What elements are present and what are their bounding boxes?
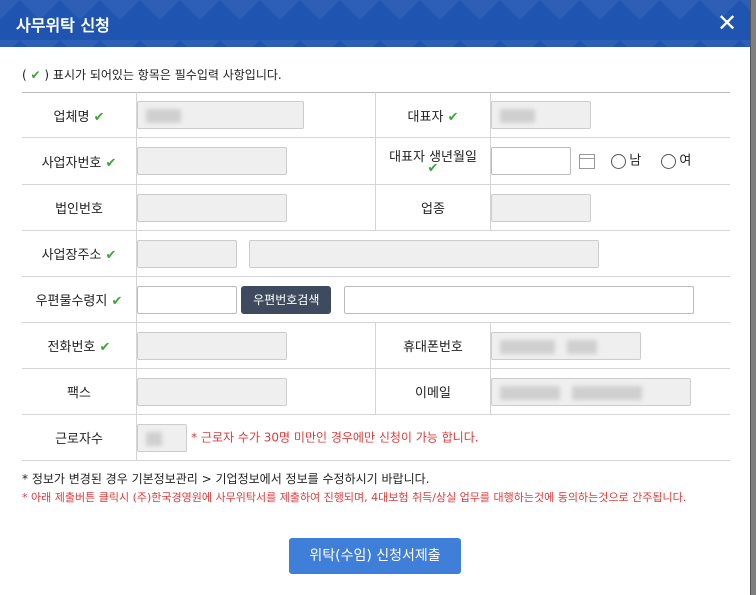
mail-address-label-text: 우편물수령지 <box>35 294 108 309</box>
required-notice: ( ✔ ) 표시가 되어있는 항목은 필수입력 사항입니다. <box>22 66 282 83</box>
submit-button[interactable]: 위탁(수임) 신청서제출 <box>289 538 461 574</box>
consent-notice: * 아래 제출버튼 클릭시 (주)한국경영원에 사무위탁서를 제출하여 진행되며… <box>22 491 687 504</box>
corp-number-field[interactable] <box>137 193 287 222</box>
application-form: 업체명 ✔ 대표자 ✔ 사업자번호 ✔ 대표자 생년월일 ✔ 남 여 법인번호 … <box>22 92 730 461</box>
notice-open-paren: ( <box>22 68 27 82</box>
ceo-birth-label: 대표자 생년월일 ✔ <box>375 137 491 185</box>
company-name-label: 업체명 ✔ <box>22 92 137 138</box>
dialog-title: 사무위탁 신청 <box>16 16 110 35</box>
postcode-search-button[interactable]: 우편번호검색 <box>241 285 332 314</box>
business-number-label-text: 사업자번호 <box>41 155 102 171</box>
company-name-label-text: 업체명 <box>53 109 90 125</box>
address-detail-field[interactable] <box>249 239 600 268</box>
calendar-icon[interactable] <box>579 153 596 169</box>
mobile-label: 휴대폰번호 <box>375 322 491 369</box>
info-notice: * 정보가 변경된 경우 기본정보관리 > 기업정보에서 정보를 수정하시기 바… <box>22 472 430 486</box>
gender-female-radio[interactable] <box>661 153 677 169</box>
workers-warning: * 근로자 수가 30명 미만인 경우에만 신청이 가능 합니다. <box>191 430 479 444</box>
mail-address-label: 우편물수령지 ✔ <box>22 276 137 323</box>
form-row: 팩스 이메일 <box>22 368 730 415</box>
email-field[interactable] <box>491 377 691 406</box>
company-name-field[interactable] <box>137 101 304 129</box>
check-icon: ✔ <box>99 340 111 355</box>
mail-address-input[interactable] <box>343 285 694 314</box>
check-icon: ✔ <box>30 68 41 82</box>
email-label: 이메일 <box>375 368 491 415</box>
workers-label: 근로자수 <box>22 414 137 461</box>
check-icon: ✔ <box>93 109 105 125</box>
ceo-birth-input[interactable] <box>491 147 571 175</box>
form-row: 우편물수령지 ✔ 우편번호검색 <box>22 276 730 323</box>
phone-label-text: 전화번호 <box>47 340 96 355</box>
check-icon: ✔ <box>447 109 459 125</box>
notice-text: ) 표시가 되어있는 항목은 필수입력 사항입니다. <box>44 68 282 82</box>
address-label-text: 사업장주소 <box>41 248 102 263</box>
check-icon: ✔ <box>105 248 117 263</box>
industry-field[interactable] <box>491 193 591 222</box>
phone-label: 전화번호 ✔ <box>22 322 137 369</box>
dialog-header: 사무위탁 신청 ✕ <box>0 0 750 47</box>
consignment-dialog: 사무위탁 신청 ✕ ( ✔ ) 표시가 되어있는 항목은 필수입력 사항입니다.… <box>0 0 751 595</box>
check-icon: ✔ <box>105 155 117 171</box>
gender-male-label: 남 <box>629 153 642 169</box>
gender-female-label: 여 <box>679 153 692 169</box>
address-postcode-field[interactable] <box>137 239 237 268</box>
industry-label: 업종 <box>375 184 491 231</box>
mobile-field[interactable] <box>491 331 641 360</box>
mail-postcode-input[interactable] <box>137 285 237 314</box>
ceo-label: 대표자 ✔ <box>375 92 491 138</box>
form-row: 근로자수 * 근로자 수가 30명 미만인 경우에만 신청이 가능 합니다. <box>22 414 730 461</box>
form-row: 법인번호 업종 <box>22 184 730 231</box>
fax-label: 팩스 <box>22 368 137 415</box>
ceo-label-text: 대표자 <box>407 109 444 125</box>
form-row: 사업자번호 ✔ 대표자 생년월일 ✔ 남 여 <box>22 137 730 185</box>
phone-field[interactable] <box>137 331 287 360</box>
workers-field[interactable] <box>137 423 187 452</box>
business-number-field[interactable] <box>137 147 287 175</box>
form-row: 전화번호 ✔ 휴대폰번호 <box>22 322 730 369</box>
gender-male-radio[interactable] <box>611 153 627 169</box>
close-icon[interactable]: ✕ <box>712 8 742 38</box>
form-row: 사업장주소 ✔ <box>22 230 730 277</box>
form-row: 업체명 ✔ 대표자 ✔ <box>22 92 730 138</box>
corp-number-label: 법인번호 <box>22 184 137 231</box>
fax-field[interactable] <box>137 377 287 406</box>
check-icon: ✔ <box>111 294 123 309</box>
address-label: 사업장주소 ✔ <box>22 230 137 277</box>
ceo-field[interactable] <box>491 101 591 129</box>
business-number-label: 사업자번호 ✔ <box>22 137 137 185</box>
